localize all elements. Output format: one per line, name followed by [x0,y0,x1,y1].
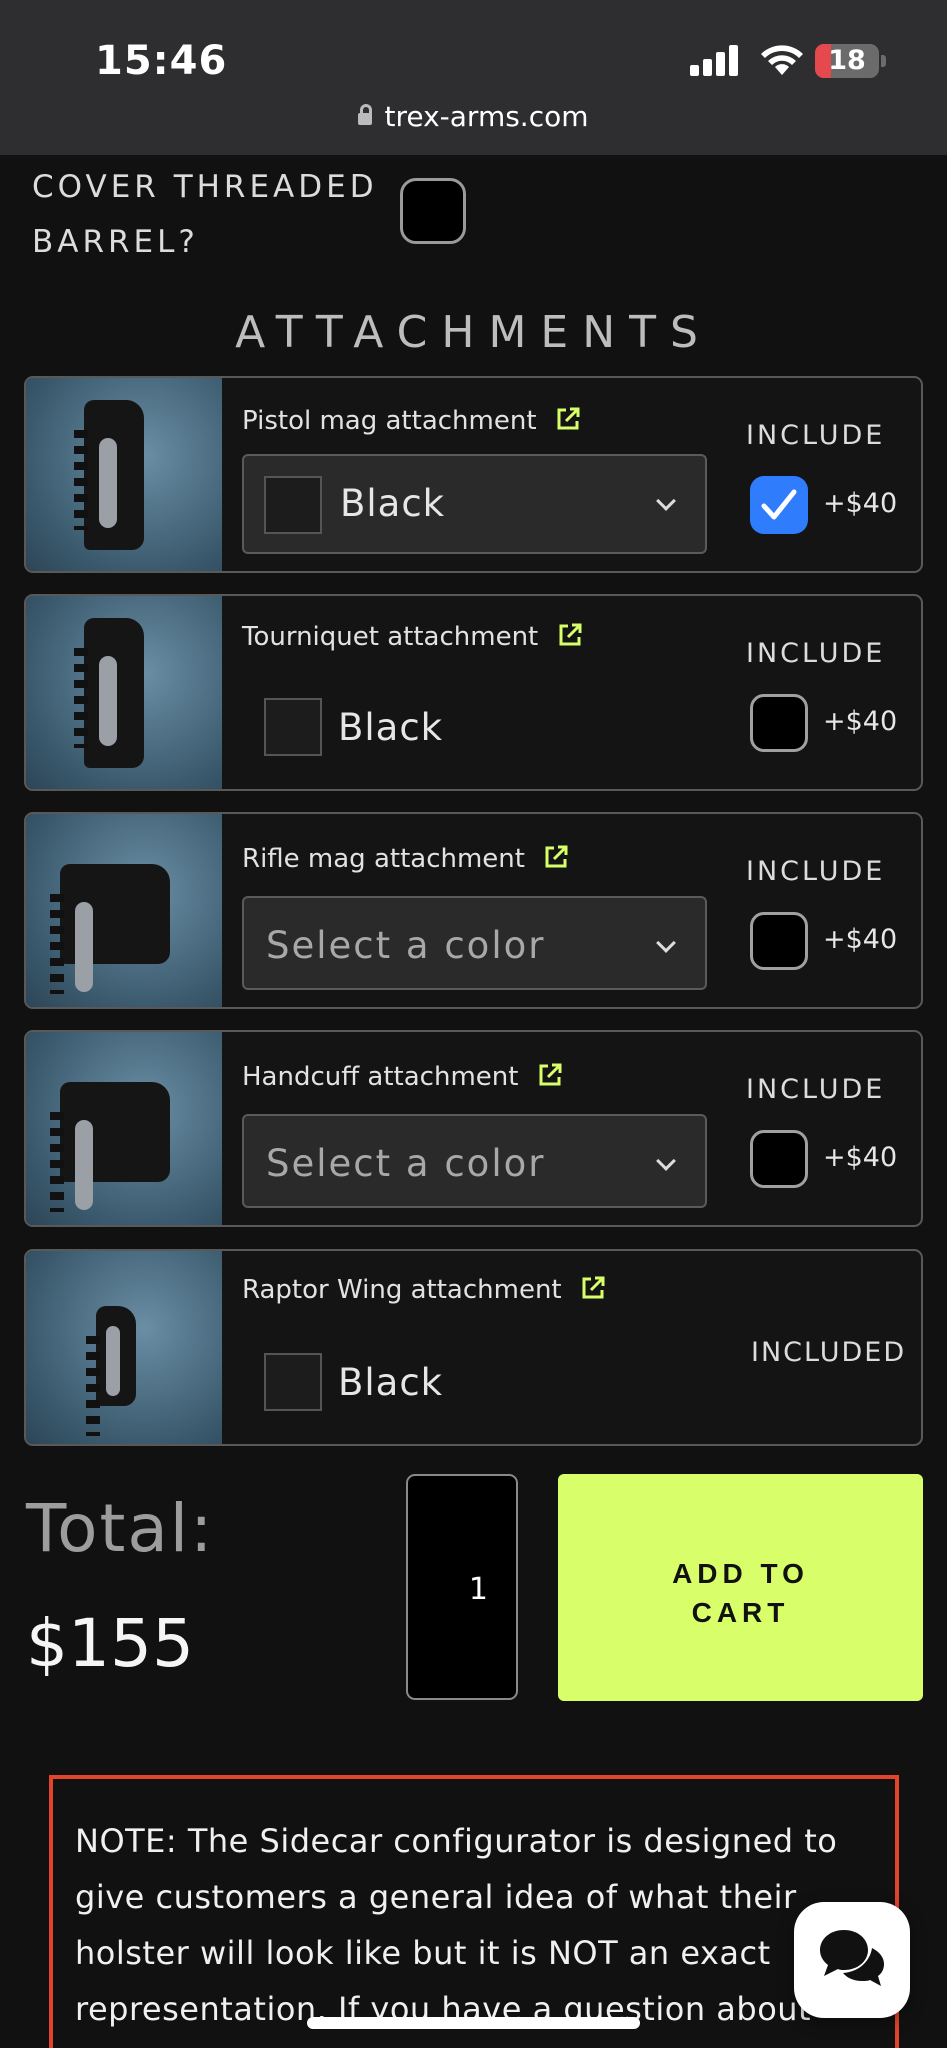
total-price: $155 [26,1605,194,1682]
include-checkbox[interactable] [750,694,808,752]
include-checkbox[interactable] [750,912,808,970]
color-display: Black [242,1349,542,1419]
include-label: INCLUDE [746,1074,886,1105]
attachment-card-rifle-mag: Rifle mag attachment Select a color INCL… [24,812,923,1009]
home-indicator [307,2017,640,2029]
battery-tip [881,55,886,67]
include-label: INCLUDE [746,420,886,451]
color-display: Black [242,694,542,764]
note-text: NOTE: The Sidecar configurator is design… [75,1822,838,2048]
include-label: INCLUDE [746,638,886,669]
attachments-heading: ATTACHMENTS [235,307,712,358]
add-to-cart-label: ADD TO CART [558,1554,923,1632]
lock-icon [358,104,373,125]
threaded-barrel-label-line1: COVER THREADED [32,169,378,205]
add-to-cart-label-line1: ADD TO [672,1558,809,1589]
attachment-title-text: Raptor Wing attachment [242,1275,562,1305]
color-select-placeholder: Select a color [266,1142,546,1185]
clock: 15:46 [95,38,228,84]
url-text: trex-arms.com [384,100,589,133]
attachment-title: Rifle mag attachment [242,844,569,874]
attachment-price: +$40 [823,924,898,955]
attachment-price: +$40 [823,1142,898,1173]
color-select-value: Black [340,482,446,525]
color-select[interactable]: Select a color [242,1114,707,1208]
color-select[interactable]: Black [242,454,707,554]
chevron-down-icon [656,491,676,511]
attachment-image [26,1251,222,1444]
color-select-placeholder: Select a color [266,924,546,967]
attachment-image [26,596,222,789]
checkmark-icon [761,489,797,520]
attachment-card-handcuff: Handcuff attachment Select a color INCLU… [24,1030,923,1227]
attachment-title-text: Pistol mag attachment [242,406,537,436]
attachment-card-raptor-wing: Raptor Wing attachment Black INCLUDED [24,1249,923,1446]
browser-status-bar: 15:46 18 trex-arms.com [0,0,947,155]
external-link-icon[interactable] [557,622,583,648]
color-swatch [264,476,322,534]
add-to-cart-button[interactable]: ADD TO CART [558,1474,923,1701]
threaded-barrel-label-line2: BARREL? [32,224,199,260]
threaded-barrel-checkbox[interactable] [400,178,466,244]
attachment-title: Raptor Wing attachment [242,1275,606,1305]
attachment-price: +$40 [823,488,898,519]
color-swatch [264,1353,322,1411]
attachment-title-text: Rifle mag attachment [242,844,525,874]
include-checkbox[interactable] [750,1130,808,1188]
color-swatch [264,698,322,756]
configurator-note: NOTE: The Sidecar configurator is design… [49,1775,899,2048]
quantity-value: 1 [468,1572,488,1607]
chevron-down-icon [656,1151,676,1171]
color-value: Black [338,706,444,749]
total-label: Total: [26,1490,215,1567]
attachment-image [26,814,222,1007]
attachment-title: Pistol mag attachment [242,406,581,436]
battery-level: 18 [828,45,866,76]
chevron-down-icon [656,933,676,953]
attachment-title: Handcuff attachment [242,1062,563,1092]
battery-icon: 18 [815,44,879,78]
include-label: INCLUDE [746,856,886,887]
attachment-title-text: Tourniquet attachment [242,622,539,652]
external-link-icon[interactable] [537,1062,563,1088]
wifi-icon [761,45,803,75]
include-checkbox[interactable] [750,476,808,534]
attachment-image [26,1032,222,1225]
attachment-image [26,378,222,571]
address-bar[interactable]: trex-arms.com [0,100,947,133]
threaded-barrel-label: COVER THREADED BARREL? [32,160,378,270]
attachment-card-tourniquet: Tourniquet attachment Black INCLUDE +$40 [24,594,923,791]
external-link-icon[interactable] [543,844,569,870]
external-link-icon[interactable] [580,1275,606,1301]
attachment-price: +$40 [823,706,898,737]
color-select[interactable]: Select a color [242,896,707,990]
chat-button[interactable] [794,1902,910,2018]
chat-bubbles-icon [820,1930,884,1986]
attachment-card-pistol-mag: Pistol mag attachment Black INCLUDE +$40 [24,376,923,573]
add-to-cart-label-line2: CART [691,1597,790,1628]
included-label: INCLUDED [751,1337,907,1368]
cellular-signal-icon [690,44,740,76]
attachment-title: Tourniquet attachment [242,622,583,652]
color-value: Black [338,1361,444,1404]
external-link-icon[interactable] [555,406,581,432]
attachment-title-text: Handcuff attachment [242,1062,519,1092]
quantity-input[interactable]: 1 [406,1474,518,1700]
